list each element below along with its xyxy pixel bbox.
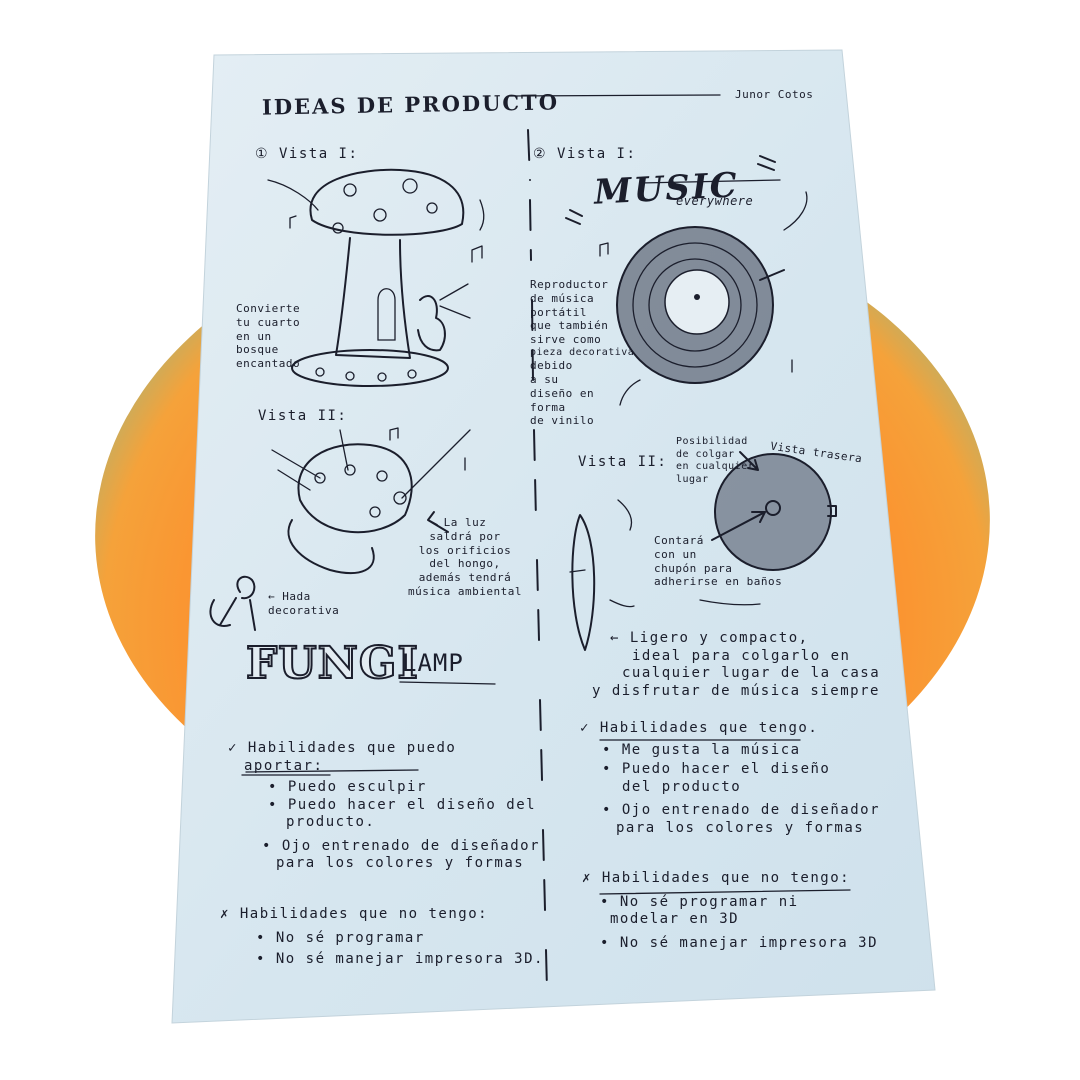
- page-title: IDEAS DE PRODUCTO: [261, 89, 560, 120]
- left-fairy-note: ← Hada decorativa: [268, 590, 340, 617]
- left-noskills: ✗ Habilidades que no tengo: • No sé prog…: [220, 906, 544, 967]
- lamp-logo: LAMP: [402, 649, 464, 677]
- right-vista-1-label: ② Vista I:: [533, 146, 637, 162]
- right-caption-1: Reproductor de música portátil que tambi…: [530, 278, 635, 428]
- author-name: Junor Cotos: [735, 88, 814, 101]
- left-light-note: La luz saldrá por los orificios del hong…: [408, 516, 522, 598]
- left-skills: ✓ Habilidades que puedo aportar: • Puedo…: [228, 740, 541, 871]
- right-light-note: ← Ligero y compacto, ideal para colgarlo…: [592, 630, 881, 699]
- right-vista-2-label: Vista II:: [578, 454, 668, 470]
- left-vista-2-label: Vista II:: [258, 408, 348, 424]
- right-skills: ✓ Habilidades que tengo. • Me gusta la m…: [580, 720, 881, 836]
- right-suction-note: Contará con un chupón para adherirse en …: [654, 534, 783, 589]
- right-noskills: ✗ Habilidades que no tengo: • No sé prog…: [582, 870, 879, 951]
- right-hang-note: Posibilidad de colgar en cualquier lugar: [676, 436, 755, 485]
- music-logo-tagline: everywhere: [676, 194, 754, 208]
- left-vista-1-label: ① Vista I:: [255, 146, 359, 162]
- left-caption-1: Convierte tu cuarto en un bosque encanta…: [236, 302, 301, 370]
- fungi-logo: FUNGI: [245, 637, 419, 690]
